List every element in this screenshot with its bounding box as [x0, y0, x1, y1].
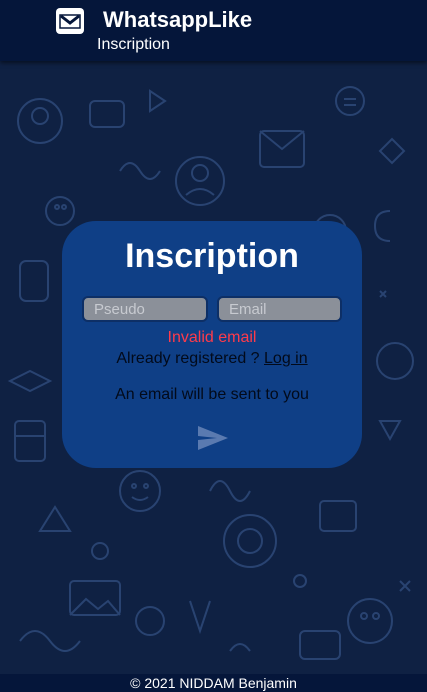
envelope-icon [56, 8, 84, 34]
app-header: WhatsappLike Inscription [0, 0, 427, 61]
footer: © 2021 NIDDAM Benjamin [0, 674, 427, 692]
page-subtitle: Inscription [97, 36, 170, 53]
app-title: WhatsappLike [103, 7, 253, 32]
send-icon[interactable] [197, 425, 229, 451]
already-registered-line: Already registered ? Log in [62, 350, 362, 368]
already-registered-text: Already registered ? [116, 350, 260, 367]
form-title: Inscription [125, 237, 299, 275]
email-error-message: Invalid email [167, 329, 257, 346]
pseudo-input[interactable] [82, 296, 208, 322]
email-notice: An email will be sent to you [115, 386, 309, 403]
login-link[interactable]: Log in [264, 350, 308, 367]
email-input[interactable] [217, 296, 342, 322]
signup-card: Inscription Invalid email Already regist… [62, 221, 362, 468]
